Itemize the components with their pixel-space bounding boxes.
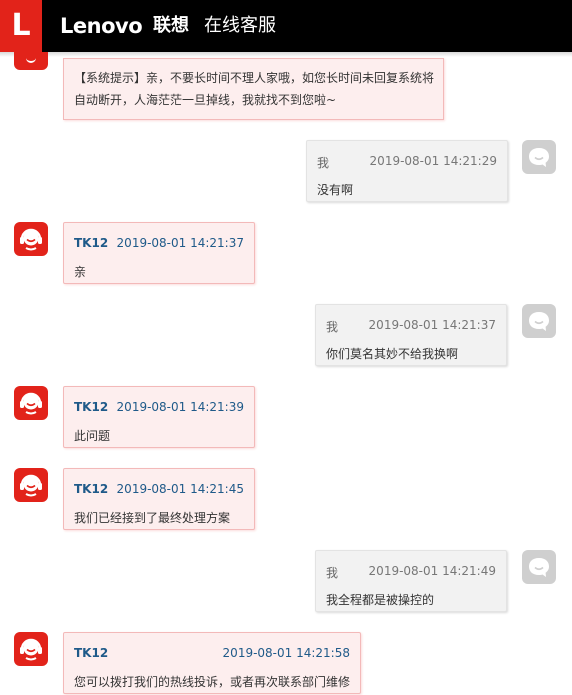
message-text: 亲 xyxy=(74,265,87,279)
sender-name: TK12 xyxy=(74,236,109,250)
message-text: 您可以拨打我们的热线投诉，或者再次联系部门维修 xyxy=(74,675,351,689)
message-timestamp: 2019-08-01 14:21:58 xyxy=(222,646,350,660)
page-title: 在线客服 xyxy=(204,15,276,36)
message-bubble: 我 2019-08-01 14:21:49 我全程都是被操控的 xyxy=(315,550,507,612)
message-text: 此问题 xyxy=(74,429,111,443)
sender-name: TK12 xyxy=(74,646,109,660)
sender-name: TK12 xyxy=(74,400,109,414)
message-bubble: 我 2019-08-01 14:21:37 你们莫名其妙不给我换啊 xyxy=(315,304,507,366)
message-text: 你们莫名其妙不给我换啊 xyxy=(326,347,459,361)
message-text: 我全程都是被操控的 xyxy=(326,593,435,607)
message-bubble: TK12 2019-08-01 14:21:45 我们已经接到了最终处理方案 xyxy=(63,468,255,530)
header-bar: L Lenovo 联想 在线客服 xyxy=(0,0,572,52)
sender-name: 我 xyxy=(317,156,330,170)
message-text: 我们已经接到了最终处理方案 xyxy=(74,511,231,525)
sender-name: 我 xyxy=(326,320,339,334)
lenovo-logo-icon: L xyxy=(0,0,42,52)
brand-name: Lenovo xyxy=(60,14,143,38)
brand-name-cn: 联想 xyxy=(153,15,189,36)
agent-avatar-icon xyxy=(14,222,48,256)
message-timestamp: 2019-08-01 14:21:37 xyxy=(116,236,244,250)
agent-avatar-icon xyxy=(14,468,48,502)
agent-avatar-icon xyxy=(14,632,48,666)
system-message-text: 【系统提示】亲，不要长时间不理人家哦，如您长时间未回复系统将自动断开，人海茫茫一… xyxy=(74,71,435,107)
header-divider xyxy=(0,52,572,57)
message-bubble: TK12 2019-08-01 14:21:37 亲 xyxy=(63,222,255,284)
agent-avatar-icon xyxy=(14,386,48,420)
message-bubble: TK12 2019-08-01 14:21:39 此问题 xyxy=(63,386,255,448)
message-bubble: TK12 2019-08-01 14:21:58 您可以拨打我们的热线投诉，或者再… xyxy=(63,632,361,694)
message-timestamp: 2019-08-01 14:21:39 xyxy=(116,400,244,414)
sender-name: TK12 xyxy=(74,482,109,496)
system-message-bubble: 【系统提示】亲，不要长时间不理人家哦，如您长时间未回复系统将自动断开，人海茫茫一… xyxy=(63,58,444,120)
sender-name: 我 xyxy=(326,566,339,580)
message-bubble: 我 2019-08-01 14:21:29 没有啊 xyxy=(306,140,508,202)
message-timestamp: 2019-08-01 14:21:29 xyxy=(369,154,497,168)
user-avatar-icon xyxy=(522,304,556,338)
user-avatar-icon xyxy=(522,550,556,584)
agent-avatar-icon xyxy=(14,52,48,70)
message-timestamp: 2019-08-01 14:21:49 xyxy=(368,564,496,578)
user-avatar-icon xyxy=(522,140,556,174)
message-timestamp: 2019-08-01 14:21:45 xyxy=(116,482,244,496)
message-timestamp: 2019-08-01 14:21:37 xyxy=(368,318,496,332)
message-text: 没有啊 xyxy=(317,183,354,197)
